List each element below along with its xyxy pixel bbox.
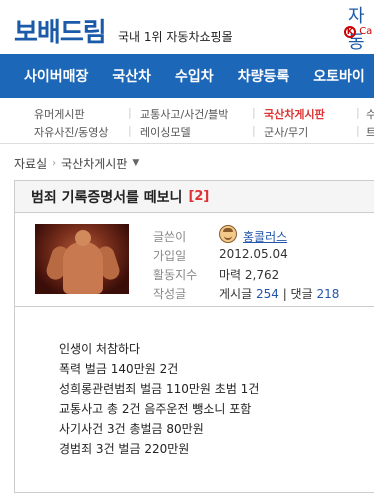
posts-count[interactable]: 254: [256, 287, 279, 301]
sub-nav: 유머게시판 | 교통사고/사건/블박 | 국산차게시판 | 수 자유사진/동영상…: [0, 98, 374, 144]
author-nickname[interactable]: 홍콜러스: [243, 228, 287, 245]
sub-nav-separator: |: [252, 124, 256, 137]
comment-count[interactable]: [2]: [188, 189, 209, 204]
photo-shape: [63, 242, 103, 294]
nav-item-import[interactable]: 수입차: [163, 66, 226, 86]
writer-label: 글쓴이: [153, 230, 187, 244]
avatar-icon: [219, 225, 237, 243]
activity-label: 활동지수: [153, 268, 198, 282]
sub-nav-separator: |: [356, 124, 360, 137]
post-body-line: 인생이 처참하다: [59, 342, 141, 356]
activity-value: 마력 2,762: [219, 268, 280, 282]
k-icon: K: [344, 26, 356, 38]
nav-item-cyber-store[interactable]: 사이버매장: [0, 66, 100, 86]
photo-shape: [75, 230, 91, 246]
posts-stats: 게시글 254 | 댓글 218: [219, 285, 339, 302]
post-body-line: 성희롱관련범죄 벌금 110만원 초범 1건: [59, 382, 260, 396]
comments-count[interactable]: 218: [316, 287, 339, 301]
post-body-line: 경범죄 3건 벌금 220만원: [59, 442, 190, 456]
sub-nav-separator: |: [252, 106, 256, 119]
sub-nav-military[interactable]: 군사/무기: [264, 124, 308, 140]
sub-nav-racing-model[interactable]: 레이싱모델: [140, 124, 191, 140]
comments-prefix: | 댓글: [282, 287, 313, 301]
sub-nav-free-photo[interactable]: 자유사진/동영상: [34, 124, 109, 140]
sub-nav-separator: |: [356, 106, 360, 119]
sub-nav-cutoff-1[interactable]: 수: [366, 106, 374, 122]
site-header: 보배드림 국내 1위 자동차쇼핑몰 자동 K Ca: [0, 0, 374, 54]
sub-nav-separator: |: [128, 124, 132, 137]
sub-nav-domestic-board[interactable]: 국산차게시판: [264, 106, 325, 122]
nav-item-domestic[interactable]: 국산차: [100, 66, 163, 86]
sub-nav-humor[interactable]: 유머게시판: [34, 106, 85, 122]
post-container: 범죄 기록증명서를 떼보니 [2] 글쓴이 홍콜러스 가입일 2012.05.0…: [14, 180, 374, 493]
sub-nav-accident[interactable]: 교통사고/사건/블박: [140, 106, 228, 122]
author-photo[interactable]: [35, 224, 129, 294]
site-tagline: 국내 1위 자동차쇼핑몰: [118, 30, 233, 44]
post-body-line: 사기사건 3건 총벌금 80만원: [59, 422, 204, 436]
post-body-line: 폭력 벌금 140만원 2건: [59, 362, 179, 376]
post-body-line: 교통사고 총 2건 음주운전 뺑소니 포함: [59, 402, 252, 416]
breadcrumb-current[interactable]: 국산차게시판: [61, 155, 127, 172]
nav-item-motorcycle[interactable]: 오토바이: [301, 66, 374, 86]
sub-nav-cutoff-2[interactable]: 트: [366, 124, 374, 140]
posts-label: 작성글: [153, 287, 187, 301]
post-title: 범죄 기록증명서를 떼보니: [31, 189, 183, 206]
sub-nav-separator: |: [128, 106, 132, 119]
post-body: 인생이 처참하다 폭력 벌금 140만원 2건 성희롱관련범죄 벌금 110만원…: [59, 339, 259, 459]
joined-value: 2012.05.04: [219, 247, 288, 261]
site-logo[interactable]: 보배드림: [14, 12, 107, 49]
post-title-bar: 범죄 기록증명서를 떼보니 [2]: [15, 181, 374, 213]
breadcrumb-home[interactable]: 자료실: [14, 155, 47, 172]
chevron-right-icon: ›: [52, 157, 57, 169]
caret-down-icon[interactable]: ▼: [132, 158, 139, 168]
main-nav: 사이버매장 국산차 수입차 차량등록 오토바이: [0, 54, 374, 98]
divider: [15, 306, 374, 307]
joined-label: 가입일: [153, 249, 187, 263]
posts-prefix: 게시글: [219, 287, 253, 301]
breadcrumb: 자료실 › 국산차게시판 ▼: [0, 152, 374, 174]
author-info: 글쓴이 홍콜러스 가입일 2012.05.04 활동지수 마력 2,762 작성…: [15, 214, 374, 304]
topright-badge[interactable]: K Ca: [344, 26, 372, 38]
nav-item-register[interactable]: 차량등록: [226, 66, 302, 86]
